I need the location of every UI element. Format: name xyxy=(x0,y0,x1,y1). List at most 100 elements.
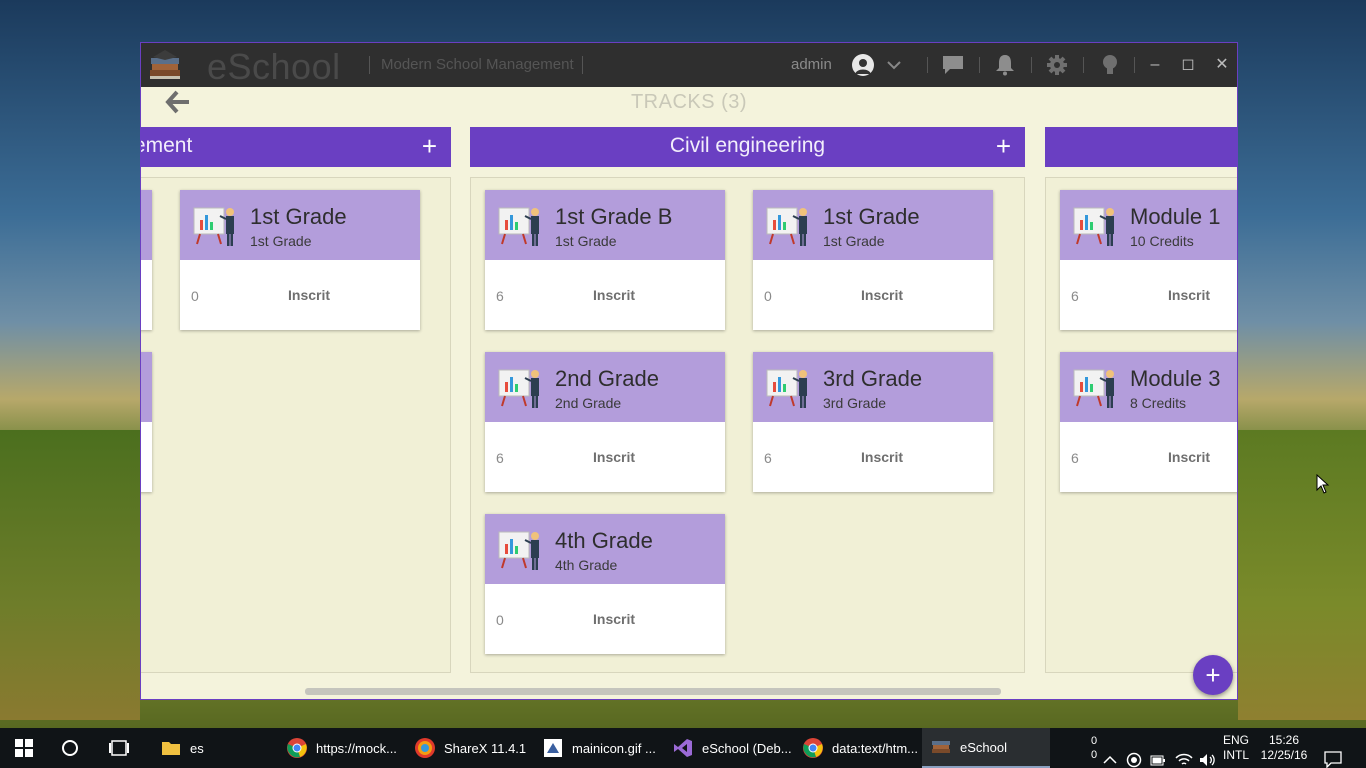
teacher-presentation-icon xyxy=(498,531,539,570)
record-icon[interactable] xyxy=(1126,740,1142,768)
language-code: ENG xyxy=(1222,733,1249,747)
card-title: 1st Grade xyxy=(250,204,347,229)
card-status: Inscrit xyxy=(288,287,331,303)
track-card[interactable] xyxy=(141,190,152,330)
card-subtitle: 4th Grade xyxy=(555,557,618,573)
gear-icon[interactable] xyxy=(1045,53,1069,77)
card-header: Module 1 10 Credits xyxy=(1060,190,1237,260)
chevron-down-icon[interactable] xyxy=(882,53,906,77)
enrolled-count: 6 xyxy=(764,450,772,466)
track-card[interactable]: Module 1 10 Credits 6 Inscrit xyxy=(1060,190,1237,330)
track-card[interactable]: 1st Grade B 1st Grade 6 Inscrit xyxy=(485,190,725,330)
track-column: Civil engineering + 1st Grade B 1st Grad… xyxy=(470,127,1025,673)
column-header xyxy=(1045,127,1237,167)
card-header: 1st Grade B 1st Grade xyxy=(485,190,725,260)
avatar[interactable] xyxy=(851,53,875,77)
card-title: Module 1 xyxy=(1130,204,1221,229)
minimize-button[interactable]: – xyxy=(1144,54,1166,76)
taskbar-app[interactable]: eSchool (Deb... xyxy=(672,728,792,768)
desktop-wallpaper-right xyxy=(1238,430,1366,720)
track-card[interactable]: 1st Grade 1st Grade 0 Inscrit xyxy=(180,190,420,330)
toolbar-divider xyxy=(1031,57,1032,73)
wifi-icon[interactable] xyxy=(1175,740,1193,768)
app-name: eSchool xyxy=(207,46,341,87)
battery-icon[interactable] xyxy=(1150,740,1166,768)
lightbulb-icon[interactable] xyxy=(1098,53,1122,77)
card-title: Module 3 xyxy=(1130,366,1221,391)
add-card-button[interactable]: + xyxy=(996,133,1011,159)
column-body: 1st Grade 1st Grade 0 Inscrit xyxy=(141,177,451,673)
track-card[interactable]: 1st Grade 1st Grade 0 Inscrit xyxy=(753,190,993,330)
network-count: 0 xyxy=(1090,735,1098,747)
card-status: Inscrit xyxy=(861,287,904,303)
taskbar-app-label: data:text/htm... xyxy=(832,740,918,756)
taskbar-app[interactable]: mainicon.gif ... xyxy=(542,728,662,768)
taskbar: es https://mock... ShareX 11.4.1 mainico… xyxy=(0,728,1366,768)
network-count: 0 xyxy=(1090,749,1098,761)
taskbar-app[interactable]: https://mock... xyxy=(286,728,406,768)
task-view-button[interactable] xyxy=(108,728,132,768)
taskbar-app-label: es xyxy=(190,740,204,756)
close-button[interactable]: ✕ xyxy=(1211,54,1233,76)
card-subtitle: 3rd Grade xyxy=(823,395,887,411)
taskbar-app-label: https://mock... xyxy=(316,740,397,756)
enrolled-count: 0 xyxy=(191,288,199,304)
user-name[interactable]: admin xyxy=(791,56,832,73)
enrolled-count: 0 xyxy=(496,612,504,628)
chat-icon[interactable] xyxy=(941,53,965,77)
add-track-button[interactable]: + xyxy=(1193,655,1233,695)
image-editor-icon xyxy=(544,739,562,757)
title-bar[interactable]: eSchool Modern School Management admin –… xyxy=(141,43,1237,87)
track-column: Module 1 10 Credits 6 Inscrit Module 3 8… xyxy=(1045,127,1237,673)
column-body: 1st Grade B 1st Grade 6 Inscrit 1st Grad… xyxy=(470,177,1025,673)
action-center-icon[interactable] xyxy=(1324,739,1342,768)
toolbar-divider xyxy=(927,57,928,73)
desktop-wallpaper-left xyxy=(0,430,140,720)
taskbar-app-label: eSchool (Deb... xyxy=(702,740,792,756)
clock[interactable]: 15:26 12/25/16 xyxy=(1258,733,1310,768)
track-card[interactable]: Module 3 8 Credits 6 Inscrit xyxy=(1060,352,1237,492)
sharex-icon xyxy=(415,738,435,758)
toolbar-divider xyxy=(1083,57,1084,73)
card-status: Inscrit xyxy=(593,287,636,303)
card-subtitle: 1st Grade xyxy=(555,233,617,249)
card-header: 4th Grade 4th Grade xyxy=(485,514,725,584)
books-logo-icon xyxy=(150,50,180,79)
taskbar-app-label: eSchool xyxy=(960,739,1007,755)
track-card[interactable]: 4th Grade 4th Grade 0 Inscrit xyxy=(485,514,725,654)
cortana-button[interactable] xyxy=(60,728,84,768)
taskbar-app[interactable]: es xyxy=(156,728,272,768)
input-language[interactable]: ENG INTL xyxy=(1222,733,1250,768)
column-title: Civil engineering xyxy=(669,134,826,157)
chrome-icon xyxy=(287,738,307,758)
card-title: 2nd Grade xyxy=(555,366,659,391)
toolbar-divider xyxy=(1134,57,1135,73)
enrolled-count: 6 xyxy=(496,288,504,304)
enrolled-count: 6 xyxy=(496,450,504,466)
enrolled-count: 0 xyxy=(764,288,772,304)
clock-date: 12/25/16 xyxy=(1260,748,1308,762)
title-divider xyxy=(369,56,370,74)
teacher-presentation-icon xyxy=(1073,369,1114,408)
taskbar-app[interactable]: ShareX 11.4.1 xyxy=(414,728,534,768)
bell-icon[interactable] xyxy=(993,53,1017,77)
track-card[interactable]: 2nd Grade 2nd Grade 6 Inscrit xyxy=(485,352,725,492)
card-header: 3rd Grade 3rd Grade xyxy=(753,352,993,422)
card-header: 1st Grade 1st Grade xyxy=(753,190,993,260)
track-card[interactable] xyxy=(141,352,152,492)
teacher-presentation-icon xyxy=(498,369,539,408)
maximize-button[interactable]: ◻ xyxy=(1177,54,1199,76)
card-subtitle: 1st Grade xyxy=(823,233,885,249)
track-card[interactable]: 3rd Grade 3rd Grade 6 Inscrit xyxy=(753,352,993,492)
teacher-presentation-icon xyxy=(193,207,234,246)
app-tagline: Modern School Management xyxy=(381,56,574,73)
horizontal-scrollbar[interactable] xyxy=(305,688,1001,695)
taskbar-app[interactable]: data:text/htm... xyxy=(802,728,922,768)
chevron-up-icon[interactable] xyxy=(1102,740,1118,768)
add-card-button[interactable]: + xyxy=(422,133,437,159)
network-activity: 0 0 xyxy=(1089,734,1099,768)
start-button[interactable] xyxy=(0,728,48,768)
volume-icon[interactable] xyxy=(1199,740,1217,768)
taskbar-app-active[interactable]: eSchool xyxy=(922,728,1050,768)
card-title: 1st Grade xyxy=(823,204,920,229)
